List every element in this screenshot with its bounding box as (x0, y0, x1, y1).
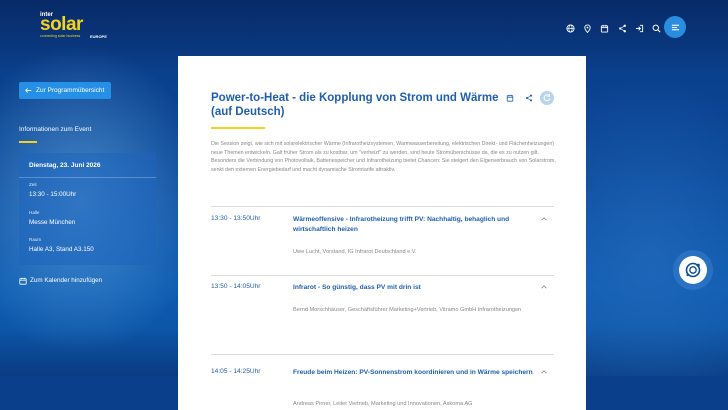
room-value: Halle A3, Stand A3.150 (29, 246, 94, 253)
header-icons (562, 20, 666, 36)
session-title: Wärmeoffensive - Infrarotheizung trifft … (293, 216, 510, 233)
session-speaker: Uwe Lucht, Vorstand, IG Infrarot Deutsch… (293, 249, 417, 255)
session-time: 14:05 - 14:25Uhr (211, 368, 261, 375)
session-divider (211, 206, 554, 207)
session-divider (211, 275, 554, 276)
floating-assistant-button[interactable] (673, 250, 713, 290)
arrow-left-icon (25, 88, 32, 93)
session-speaker: Andreas Pirner, Leiter Vertrieb, Marketi… (293, 401, 473, 407)
chevron-up-icon[interactable] (540, 368, 548, 376)
session-description: Die Session zeigt, wie sich mit solarele… (211, 141, 556, 173)
logo-region: EUROPE (90, 34, 107, 39)
calendar-icon[interactable] (597, 20, 613, 36)
page-title: Power-to-Heat - die Kopplung von Strom u… (211, 92, 499, 118)
event-info-title: Informationen zum Event (19, 126, 92, 133)
chevron-up-icon[interactable] (540, 283, 548, 291)
title-actions (500, 92, 538, 104)
globe-icon[interactable] (562, 20, 578, 36)
session-speaker: Bernd Morschhäuser, Geschäftsführer Mark… (293, 307, 522, 313)
logo-solar: solar (40, 14, 83, 35)
back-button-label: Zur Programmübersicht (36, 87, 105, 94)
hall-value: Messe München (29, 219, 76, 226)
calendar-add-icon (19, 277, 27, 285)
logo-tagline: connecting solar business (40, 34, 81, 38)
calendar-icon[interactable] (500, 92, 519, 104)
session-title: Infrarot - So günstig, dass PV mit drin … (293, 284, 421, 291)
session-time: 13:50 - 14:05Uhr (211, 283, 261, 290)
session-time: 13:30 - 13:50Uhr (211, 215, 261, 222)
login-icon[interactable] (632, 20, 648, 36)
hall-label: Halle (29, 210, 40, 215)
orbit-icon (685, 262, 701, 278)
event-info-card: Dienstag, 23. Juni 2026 Zeit 13:30 - 15:… (19, 153, 156, 265)
time-label: Zeit (29, 182, 37, 187)
session-panel: Power-to-Heat - die Kopplung von Strom u… (178, 56, 586, 410)
session-title: Freude beim Heizen: PV-Sonnenstrom koord… (293, 369, 533, 376)
map-pin-icon[interactable] (579, 20, 595, 36)
add-to-calendar-link[interactable]: Zum Kalender hinzufügen (30, 277, 102, 284)
refresh-icon (543, 94, 551, 102)
time-value: 13:30 - 15:00Uhr (29, 191, 77, 198)
search-icon[interactable] (649, 20, 665, 36)
intersolar-logo[interactable]: inter solar connecting solar business EU… (40, 12, 120, 42)
room-label: Raum (29, 237, 42, 242)
assistant-icon-wrap (679, 256, 707, 284)
share-icon[interactable] (614, 20, 630, 36)
back-to-program-button[interactable]: Zur Programmübersicht (19, 82, 111, 99)
event-info-underline (19, 141, 37, 143)
chevron-up-icon[interactable] (540, 215, 548, 223)
card-divider (19, 177, 156, 178)
event-date: Dienstag, 23. Juni 2026 (29, 162, 101, 169)
site-header: inter solar connecting solar business EU… (0, 0, 728, 55)
favorite-toggle[interactable] (540, 91, 554, 105)
share-icon[interactable] (519, 92, 538, 104)
menu-button[interactable] (664, 16, 686, 38)
menu-icon (671, 24, 679, 30)
session-divider (211, 354, 554, 355)
title-underline (211, 127, 265, 129)
